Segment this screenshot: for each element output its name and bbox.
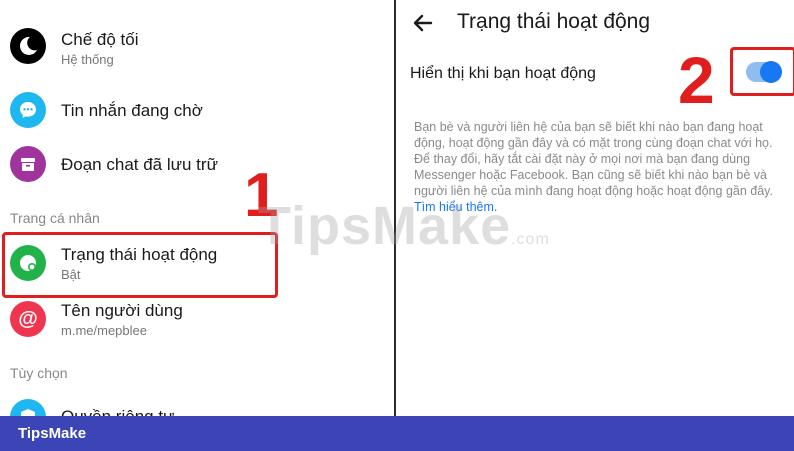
watermark: TipsMake.com	[258, 195, 550, 257]
section-header-options: Tùy chọn	[10, 365, 68, 381]
back-arrow-icon[interactable]	[410, 10, 436, 36]
highlight-box-step-2	[730, 47, 794, 96]
settings-item-username[interactable]: @ Tên người dùng m.me/mepblee	[0, 299, 394, 339]
settings-item-title: Chế độ tối	[61, 30, 139, 49]
settings-item-title: Đoạn chat đã lưu trữ	[61, 155, 218, 174]
settings-item-subtitle: m.me/mepblee	[61, 323, 147, 338]
highlight-box-step-1	[2, 232, 278, 298]
watermark-main: TipsMake	[258, 196, 512, 256]
archive-icon	[10, 146, 46, 182]
step-number-2: 2	[678, 43, 715, 117]
watermark-suffix: .com	[511, 231, 550, 248]
description-body: Bạn bè và người liên hệ của bạn sẽ biết …	[414, 120, 773, 198]
section-header-personal: Trang cá nhân	[10, 210, 100, 226]
toggle-label: Hiển thị khi bạn hoạt động	[410, 65, 596, 82]
settings-item-title: Tin nhắn đang chờ	[61, 101, 203, 120]
settings-item-title: Tên người dùng	[61, 301, 183, 320]
screenshot-frame: Chế độ tối Hệ thống Tin nhắn đang chờ Đo…	[0, 0, 794, 416]
settings-item-dark-mode[interactable]: Chế độ tối Hệ thống	[0, 28, 394, 68]
settings-item-privacy[interactable]: Quyền riêng tư	[0, 399, 394, 416]
settings-item-title: Quyền riêng tư	[61, 407, 174, 416]
moon-icon	[10, 28, 46, 64]
at-icon: @	[10, 301, 46, 337]
shield-icon	[10, 399, 46, 416]
settings-item-message-requests[interactable]: Tin nhắn đang chờ	[0, 92, 394, 128]
chat-bubble-icon	[10, 92, 46, 128]
settings-item-archived-chats[interactable]: Đoạn chat đã lưu trữ	[0, 146, 394, 182]
footer-brand: TipsMake	[18, 425, 87, 442]
page-title: Trạng thái hoạt động	[457, 10, 651, 33]
settings-item-subtitle: Hệ thống	[61, 52, 114, 67]
